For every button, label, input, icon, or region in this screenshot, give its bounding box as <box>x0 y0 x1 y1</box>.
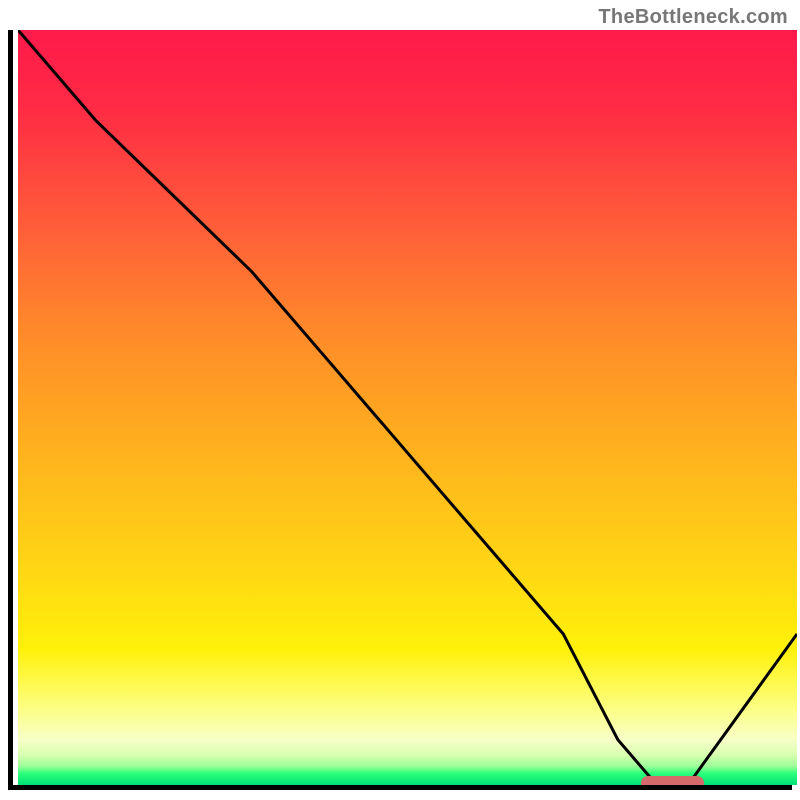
optimal-range-marker <box>641 776 703 785</box>
chart-plot-area <box>18 30 797 785</box>
chart-gradient-background <box>18 30 797 785</box>
chart-frame <box>8 30 792 790</box>
watermark-text: TheBottleneck.com <box>598 6 788 29</box>
